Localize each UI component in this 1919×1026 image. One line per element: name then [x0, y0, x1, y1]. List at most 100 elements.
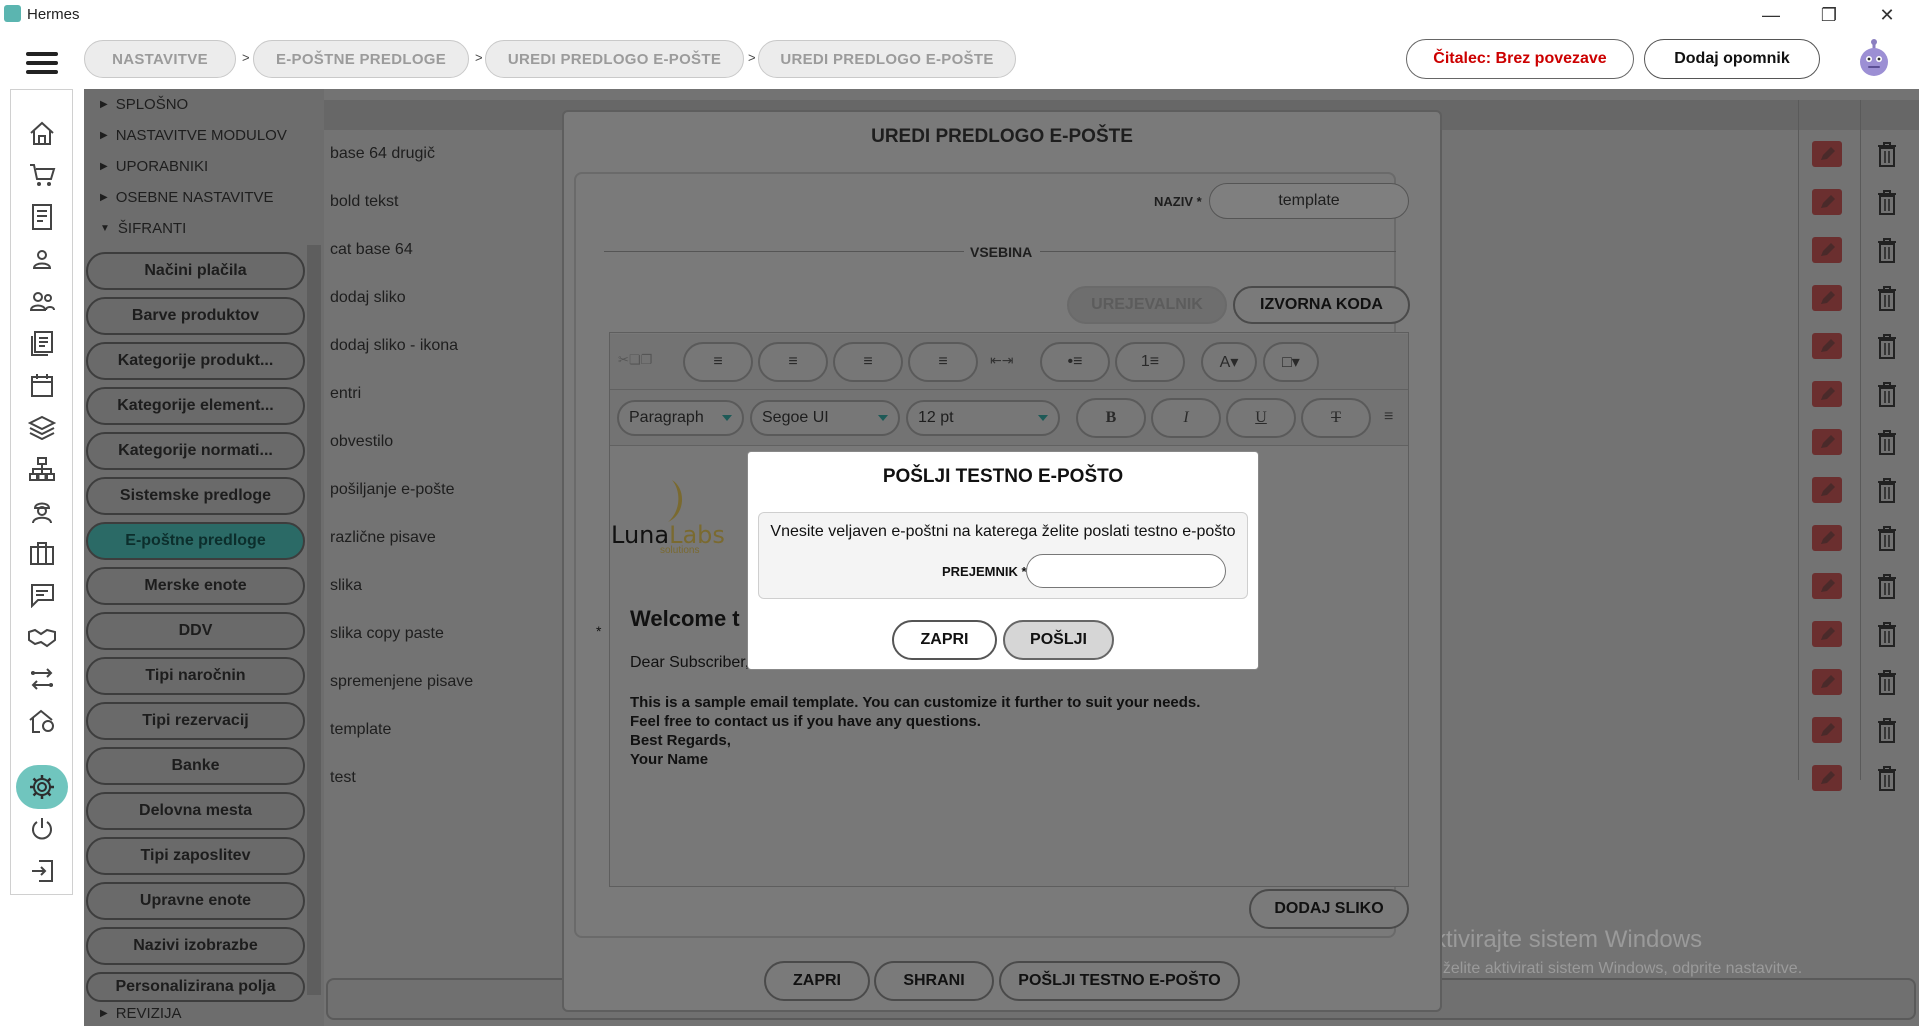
tree-category-codebooks[interactable]: ▼ ŠIFRANTI: [100, 220, 186, 237]
send-test-email-button[interactable]: POŠLJI TESTNO E-POŠTO: [999, 961, 1240, 1001]
tree-category-revision[interactable]: ▶ REVIZIJA: [100, 1005, 182, 1022]
breadcrumb-settings[interactable]: NASTAVITVE: [84, 40, 236, 78]
add-image-button[interactable]: DODAJ SLIKO: [1249, 889, 1409, 929]
logout-icon[interactable]: [24, 856, 60, 886]
tree-category-users[interactable]: ▶ UPORABNIKI: [100, 158, 208, 175]
bullet-list-button[interactable]: •≡: [1040, 342, 1110, 382]
property-icon[interactable]: [24, 706, 60, 736]
dialog-send-button[interactable]: POŠLJI: [1003, 620, 1114, 660]
dialog-close-button[interactable]: ZAPRI: [892, 620, 997, 660]
cart-icon[interactable]: [24, 160, 60, 190]
template-row-name[interactable]: različne pisave: [330, 529, 436, 547]
more-options-icon[interactable]: ≡: [1384, 408, 1393, 426]
trash-icon[interactable]: [1876, 476, 1898, 504]
template-row-name[interactable]: base 64 drugič: [330, 145, 435, 163]
tree-item-units[interactable]: Merske enote: [86, 567, 305, 605]
worker-icon[interactable]: [24, 496, 60, 526]
trash-icon[interactable]: [1876, 332, 1898, 360]
clipboard-icons[interactable]: ✂❏❐: [618, 352, 668, 372]
edit-icon[interactable]: [1812, 621, 1842, 647]
tree-item-email-templates[interactable]: E-poštne predloge: [86, 522, 305, 560]
documents-icon[interactable]: [24, 328, 60, 358]
trash-icon[interactable]: [1876, 428, 1898, 456]
template-row-name[interactable]: test: [330, 769, 356, 787]
tree-item-product-categories[interactable]: Kategorije produkt...: [86, 342, 305, 380]
minimize-icon[interactable]: —: [1756, 4, 1786, 26]
template-row-name[interactable]: template: [330, 721, 391, 739]
edit-icon[interactable]: [1812, 573, 1842, 599]
template-row-name[interactable]: slika: [330, 577, 362, 595]
reader-status-button[interactable]: Čitalec: Brez povezave: [1406, 39, 1634, 79]
edit-icon[interactable]: [1812, 141, 1842, 167]
recipient-input[interactable]: [1026, 554, 1226, 588]
power-icon[interactable]: [24, 814, 60, 844]
message-icon[interactable]: [24, 580, 60, 610]
align-right-button[interactable]: ≡: [833, 342, 903, 382]
menu-icon[interactable]: [26, 52, 58, 74]
name-input[interactable]: template: [1209, 183, 1409, 219]
strikethrough-button[interactable]: T: [1301, 398, 1371, 438]
tree-item-custom-fields[interactable]: Personalizirana polja: [86, 972, 305, 1002]
trash-icon[interactable]: [1876, 140, 1898, 168]
tree-item-product-colors[interactable]: Barve produktov: [86, 297, 305, 335]
justify-button[interactable]: ≡: [908, 342, 978, 382]
tree-item-workplaces[interactable]: Delovna mesta: [86, 792, 305, 830]
tree-item-reservation-types[interactable]: Tipi rezervacij: [86, 702, 305, 740]
edit-icon[interactable]: [1812, 477, 1842, 503]
edit-icon[interactable]: [1812, 717, 1842, 743]
tab-editor[interactable]: UREJEVALNIK: [1067, 286, 1227, 324]
trash-icon[interactable]: [1876, 380, 1898, 408]
tree-item-subscription-types[interactable]: Tipi naročnin: [86, 657, 305, 695]
edit-icon[interactable]: [1812, 429, 1842, 455]
edit-icon[interactable]: [1812, 333, 1842, 359]
template-row-name[interactable]: spremenjene pisave: [330, 673, 473, 691]
template-row-name[interactable]: slika copy paste: [330, 625, 444, 643]
tree-item-employment-types[interactable]: Tipi zaposlitev: [86, 837, 305, 875]
trash-icon[interactable]: [1876, 764, 1898, 792]
template-row-name[interactable]: dodaj sliko - ikona: [330, 337, 458, 355]
transfer-icon[interactable]: [24, 664, 60, 694]
font-family-select[interactable]: Segoe UI: [750, 400, 900, 436]
layers-icon[interactable]: [24, 412, 60, 442]
paragraph-format-select[interactable]: Paragraph: [617, 400, 744, 436]
template-row-name[interactable]: dodaj sliko: [330, 289, 406, 307]
numbered-list-button[interactable]: 1≡: [1115, 342, 1185, 382]
highlight-color-button[interactable]: □▾: [1263, 342, 1319, 382]
edit-icon[interactable]: [1812, 237, 1842, 263]
user-avatar-icon[interactable]: [1857, 38, 1891, 78]
edit-icon[interactable]: [1812, 189, 1842, 215]
tree-scrollbar[interactable]: [307, 245, 321, 995]
tree-item-admin-units[interactable]: Upravne enote: [86, 882, 305, 920]
hierarchy-icon[interactable]: [24, 454, 60, 484]
edit-icon[interactable]: [1812, 765, 1842, 791]
template-row-name[interactable]: cat base 64: [330, 241, 413, 259]
edit-icon[interactable]: [1812, 285, 1842, 311]
align-center-button[interactable]: ≡: [758, 342, 828, 382]
users-icon[interactable]: [24, 286, 60, 316]
invoice-icon[interactable]: [24, 202, 60, 232]
text-color-button[interactable]: A▾: [1201, 342, 1257, 382]
tree-item-vat[interactable]: DDV: [86, 612, 305, 650]
tree-item-norm-categories[interactable]: Kategorije normati...: [86, 432, 305, 470]
underline-button[interactable]: U: [1226, 398, 1296, 438]
tree-item-element-categories[interactable]: Kategorije element...: [86, 387, 305, 425]
bold-button[interactable]: B: [1076, 398, 1146, 438]
breadcrumb-edit-template[interactable]: UREDI PREDLOGO E-POŠTE: [485, 40, 744, 78]
trash-icon[interactable]: [1876, 572, 1898, 600]
template-row-name[interactable]: entri: [330, 385, 361, 403]
tree-category-general[interactable]: ▶ SPLOŠNO: [100, 96, 188, 113]
add-reminder-button[interactable]: Dodaj opomnik: [1644, 39, 1820, 79]
italic-button[interactable]: I: [1151, 398, 1221, 438]
save-button[interactable]: SHRANI: [874, 961, 994, 1001]
edit-icon[interactable]: [1812, 669, 1842, 695]
breadcrumb-email-templates[interactable]: E-POŠTNE PREDLOGE: [253, 40, 469, 78]
tree-item-banks[interactable]: Banke: [86, 747, 305, 785]
trash-icon[interactable]: [1876, 236, 1898, 264]
font-size-select[interactable]: 12 pt: [906, 400, 1060, 436]
tree-item-education-titles[interactable]: Nazivi izobrazbe: [86, 927, 305, 965]
template-row-name[interactable]: bold tekst: [330, 193, 398, 211]
restore-icon[interactable]: ❐: [1814, 4, 1844, 26]
trash-icon[interactable]: [1876, 188, 1898, 216]
calendar-icon[interactable]: [24, 370, 60, 400]
tree-item-payment-methods[interactable]: Načini plačila: [86, 252, 305, 290]
